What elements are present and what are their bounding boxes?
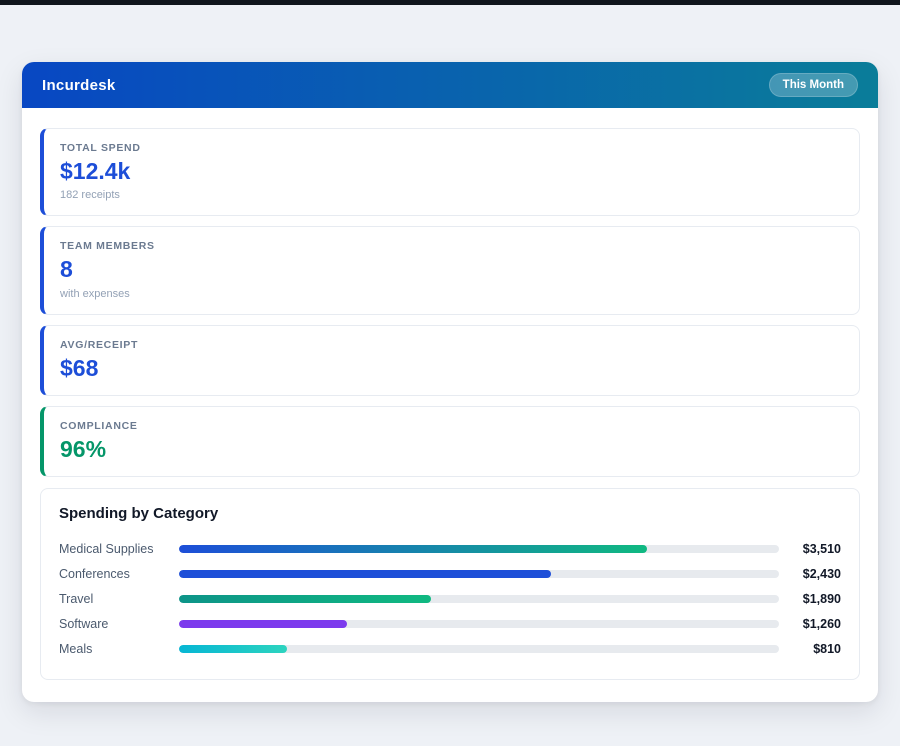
stat-card-compliance: COMPLIANCE 96% <box>40 406 860 477</box>
app-title: Incurdesk <box>42 77 116 94</box>
bar-track <box>179 595 779 603</box>
stat-value: 96% <box>60 437 843 462</box>
category-value: $2,430 <box>779 567 841 581</box>
category-value: $1,890 <box>779 592 841 606</box>
stat-subtext: 182 receipts <box>60 189 843 201</box>
dashboard-card: Incurdesk This Month TOTAL SPEND $12.4k … <box>22 62 878 702</box>
stat-value: $12.4k <box>60 159 843 184</box>
app-header: Incurdesk This Month <box>22 62 878 108</box>
spending-by-category-card: Spending by Category Medical Supplies $3… <box>40 488 860 680</box>
bar-fill <box>179 545 647 553</box>
category-row-software: Software $1,260 <box>59 611 841 636</box>
bar-track <box>179 570 779 578</box>
bar-fill <box>179 620 347 628</box>
stat-value: $68 <box>60 356 843 381</box>
chart-title: Spending by Category <box>59 505 841 522</box>
stat-card-avg-receipt: AVG/RECEIPT $68 <box>40 325 860 396</box>
stat-label: TEAM MEMBERS <box>60 240 843 252</box>
stat-label: COMPLIANCE <box>60 420 843 432</box>
stat-card-total-spend: TOTAL SPEND $12.4k 182 receipts <box>40 128 860 216</box>
category-row-conferences: Conferences $2,430 <box>59 561 841 586</box>
bar-fill <box>179 645 287 653</box>
stat-card-team-members: TEAM MEMBERS 8 with expenses <box>40 226 860 314</box>
category-label: Meals <box>59 642 179 656</box>
category-row-meals: Meals $810 <box>59 636 841 661</box>
category-label: Medical Supplies <box>59 542 179 556</box>
category-label: Travel <box>59 592 179 606</box>
stat-value: 8 <box>60 257 843 282</box>
category-value: $810 <box>779 642 841 656</box>
bar-track <box>179 645 779 653</box>
period-badge[interactable]: This Month <box>769 73 858 97</box>
category-label: Conferences <box>59 567 179 581</box>
stat-label: AVG/RECEIPT <box>60 339 843 351</box>
stat-label: TOTAL SPEND <box>60 142 843 154</box>
bar-fill <box>179 570 551 578</box>
dashboard-body: TOTAL SPEND $12.4k 182 receipts TEAM MEM… <box>22 108 878 702</box>
category-label: Software <box>59 617 179 631</box>
stat-subtext: with expenses <box>60 288 843 300</box>
category-value: $1,260 <box>779 617 841 631</box>
category-row-medical-supplies: Medical Supplies $3,510 <box>59 536 841 561</box>
bar-track <box>179 620 779 628</box>
category-value: $3,510 <box>779 542 841 556</box>
category-row-travel: Travel $1,890 <box>59 586 841 611</box>
bar-fill <box>179 595 431 603</box>
bar-track <box>179 545 779 553</box>
top-edge-bar <box>0 0 900 5</box>
